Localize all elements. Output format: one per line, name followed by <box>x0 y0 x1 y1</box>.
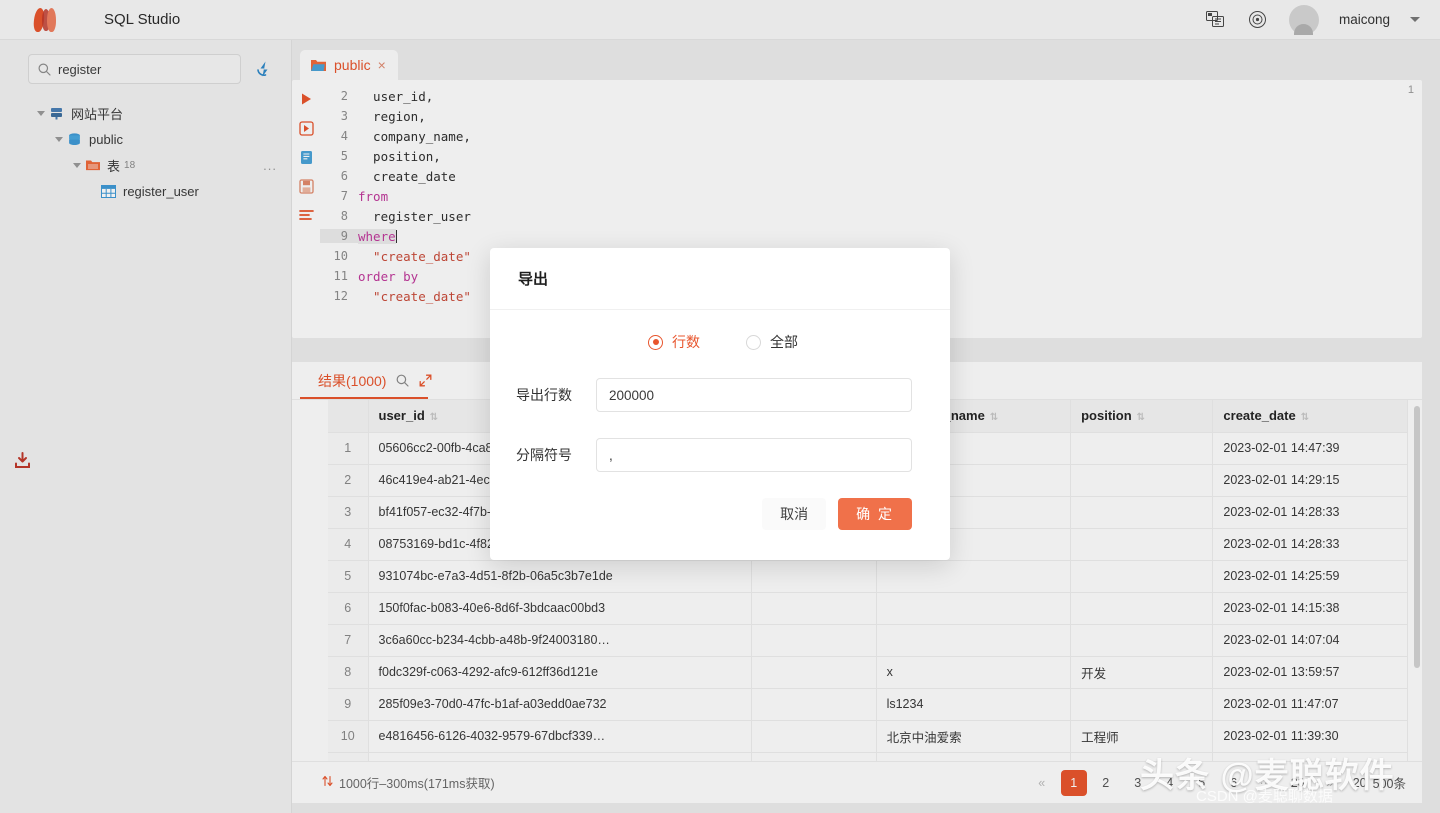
export-delimiter-input[interactable]: , <box>596 438 912 472</box>
export-dialog: 导出 行数 全部 导出行数 200000 分隔符号 , <box>490 248 950 560</box>
dialog-body: 行数 全部 导出行数 200000 分隔符号 , 取消 确 定 <box>490 310 950 530</box>
dialog-header: 导出 <box>490 248 950 310</box>
radio-label: 行数 <box>672 332 700 352</box>
watermark-secondary: CSDN @麦聪聊数据 <box>1196 785 1333 806</box>
dialog-footer: 取消 确 定 <box>490 472 950 530</box>
radio-indicator-icon <box>746 335 761 350</box>
radio-indicator-icon <box>648 335 663 350</box>
export-mode-radio-group: 行数 全部 <box>490 332 950 352</box>
radio-row-count[interactable]: 行数 <box>648 332 700 352</box>
export-delimiter-row: 分隔符号 , <box>490 438 950 472</box>
cancel-button[interactable]: 取消 <box>762 498 826 530</box>
export-delimiter-label: 分隔符号 <box>516 445 580 465</box>
radio-label: 全部 <box>770 332 798 352</box>
app-root: SQL Studio <box>0 0 1440 813</box>
confirm-button[interactable]: 确 定 <box>838 498 912 530</box>
export-row-count-input[interactable]: 200000 <box>596 378 912 412</box>
radio-all[interactable]: 全部 <box>746 332 798 352</box>
export-row-count-row: 导出行数 200000 <box>490 378 950 412</box>
dialog-title: 导出 <box>518 268 548 289</box>
export-row-count-label: 导出行数 <box>516 385 580 405</box>
